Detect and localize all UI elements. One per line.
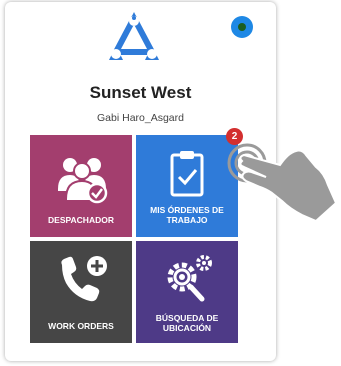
company-name: Sunset West — [89, 83, 192, 102]
tile-work-orders[interactable]: WORK ORDERS — [30, 241, 132, 343]
clipboard-check-icon — [170, 151, 204, 197]
tap-hand-icon — [227, 143, 338, 223]
tile-label-line1: BÚSQUEDA DE — [155, 313, 219, 323]
status-indicator-icon[interactable] — [231, 16, 253, 38]
tile-despachador[interactable]: DESPACHADOR — [30, 135, 132, 237]
tile-label: DESPACHADOR — [48, 215, 114, 225]
tile-busqueda-ubicacion[interactable]: BÚSQUEDA DE UBICACIÓN — [136, 241, 238, 343]
tile-label-line2: UBICACIÓN — [162, 323, 212, 333]
group-check-icon — [58, 158, 108, 204]
company-logo-icon — [109, 12, 159, 60]
tile-label: WORK ORDERS — [48, 321, 114, 331]
phone-plus-icon — [61, 256, 107, 302]
user-name: Gabi Haro_Asgard — [97, 112, 184, 124]
gears-search-icon — [167, 255, 212, 302]
